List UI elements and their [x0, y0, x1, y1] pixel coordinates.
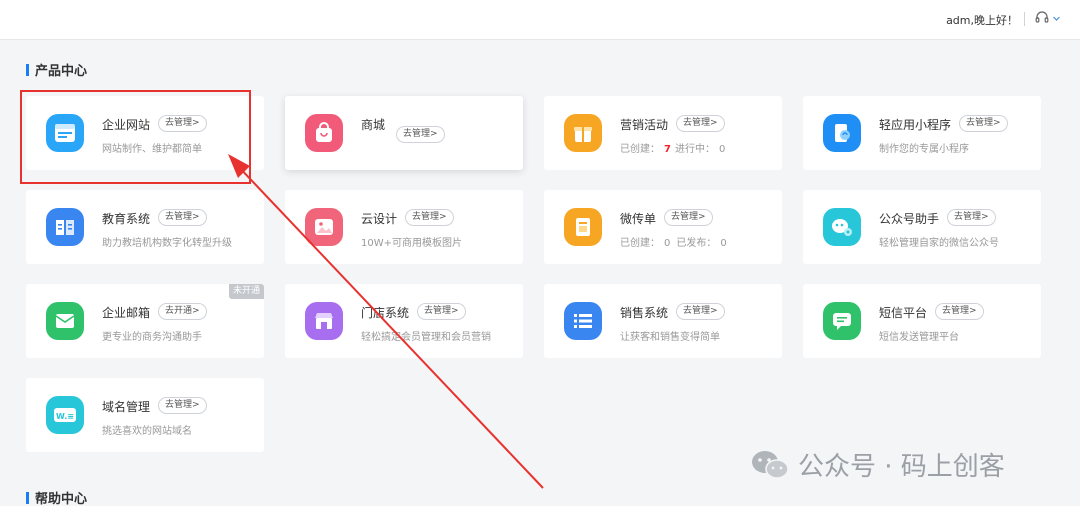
watermark-text: 公众号 · 码上创客	[798, 452, 1005, 482]
watermark: 公众号 · 码上创客	[750, 446, 1005, 483]
annotation-arrow	[228, 154, 544, 489]
wechat-icon	[752, 450, 789, 479]
